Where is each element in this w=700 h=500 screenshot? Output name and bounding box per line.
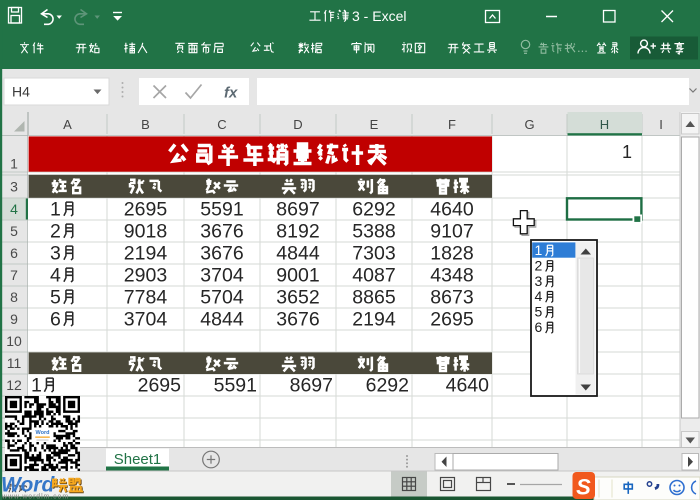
svg-text:fx: fx [224, 85, 238, 102]
svg-text:H: H [600, 117, 609, 132]
svg-text:I: I [659, 117, 663, 132]
svg-text:3 - Excel: 3 - Excel [352, 8, 406, 24]
svg-text:2695: 2695 [138, 375, 182, 397]
svg-text:8697: 8697 [276, 199, 319, 221]
svg-text:Sheet1: Sheet1 [114, 451, 162, 468]
svg-text:3676: 3676 [200, 221, 243, 243]
svg-text:2: 2 [50, 221, 61, 243]
svg-text:3: 3 [535, 273, 543, 289]
svg-text:1: 1 [31, 375, 42, 397]
svg-text:8: 8 [10, 289, 18, 305]
svg-text:3704: 3704 [124, 309, 168, 331]
svg-text:8192: 8192 [276, 221, 319, 243]
svg-text:Word: Word [36, 430, 50, 436]
svg-text:4640: 4640 [430, 199, 474, 221]
svg-text:H4: H4 [12, 84, 30, 100]
svg-text:4: 4 [10, 201, 18, 217]
svg-text:9: 9 [10, 311, 18, 327]
svg-text:5704: 5704 [200, 287, 244, 309]
svg-text:9107: 9107 [430, 221, 473, 243]
svg-text:...: ... [577, 40, 588, 55]
svg-text:F: F [448, 117, 456, 132]
svg-text:5388: 5388 [352, 221, 395, 243]
svg-text:6292: 6292 [366, 375, 409, 397]
svg-text:A: A [63, 117, 72, 132]
svg-text:3704: 3704 [200, 265, 244, 287]
svg-text:5591: 5591 [214, 375, 257, 397]
svg-text:5: 5 [50, 287, 61, 309]
svg-text:7: 7 [10, 267, 18, 283]
svg-text:S: S [576, 475, 591, 500]
svg-text:6292: 6292 [352, 199, 395, 221]
svg-text:1: 1 [622, 142, 632, 162]
svg-text:3676: 3676 [276, 309, 319, 331]
svg-text:2: 2 [535, 257, 543, 273]
svg-text:5: 5 [535, 304, 543, 320]
svg-text:6: 6 [10, 245, 18, 261]
svg-text:11: 11 [7, 355, 22, 371]
svg-text:8865: 8865 [352, 287, 396, 309]
svg-text:9001: 9001 [276, 265, 319, 287]
svg-text:G: G [524, 117, 534, 132]
svg-text:8697: 8697 [290, 375, 333, 397]
svg-text:D: D [293, 117, 302, 132]
svg-text:2695: 2695 [430, 309, 474, 331]
svg-text:9018: 9018 [124, 221, 167, 243]
svg-text:1: 1 [10, 156, 18, 172]
svg-text:2194: 2194 [124, 243, 168, 265]
svg-text:5: 5 [10, 223, 18, 239]
svg-text:2194: 2194 [352, 309, 396, 331]
svg-text:www.wordlm.com: www.wordlm.com [1, 493, 69, 500]
svg-text:4844: 4844 [200, 309, 244, 331]
svg-text:4844: 4844 [276, 243, 320, 265]
svg-text:3: 3 [50, 243, 61, 265]
svg-text:10: 10 [6, 333, 22, 349]
svg-text:12: 12 [6, 377, 22, 393]
svg-text:1: 1 [50, 199, 61, 221]
svg-text:4087: 4087 [352, 265, 395, 287]
svg-text:2695: 2695 [124, 199, 168, 221]
svg-text:4: 4 [535, 288, 543, 304]
svg-text:7784: 7784 [124, 287, 168, 309]
svg-text:C: C [217, 117, 226, 132]
svg-text:3: 3 [10, 179, 18, 195]
svg-text:B: B [141, 117, 150, 132]
svg-text:7303: 7303 [352, 243, 395, 265]
svg-text:6: 6 [50, 309, 61, 331]
svg-text:3676: 3676 [200, 243, 243, 265]
svg-text:1828: 1828 [430, 243, 473, 265]
svg-text:E: E [370, 117, 379, 132]
svg-text:4: 4 [50, 265, 61, 287]
svg-text:6: 6 [535, 319, 543, 335]
svg-text:1: 1 [535, 242, 543, 258]
svg-text:5591: 5591 [200, 199, 243, 221]
svg-text:8673: 8673 [430, 287, 473, 309]
svg-text:4640: 4640 [446, 375, 490, 397]
svg-text:3652: 3652 [276, 287, 319, 309]
svg-text:4348: 4348 [430, 265, 473, 287]
svg-text:2903: 2903 [124, 265, 167, 287]
